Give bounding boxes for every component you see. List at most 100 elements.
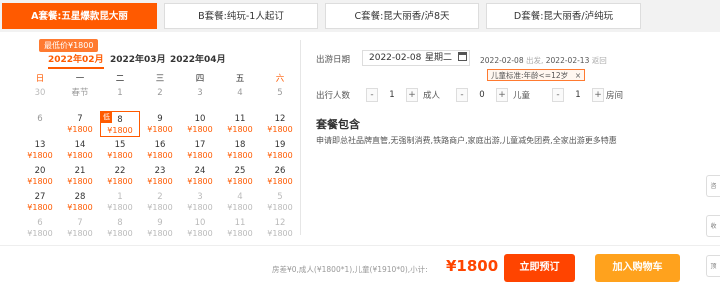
month-tab-feb[interactable]: 2022年02月 [48, 52, 104, 69]
calendar-day[interactable]: 6 ¥1800 [20, 215, 60, 241]
calendar-day[interactable]: 15 ¥1800 [100, 137, 140, 163]
day-number: 21 [74, 166, 86, 176]
day-price: ¥1800 [227, 203, 253, 212]
weekday-label: 一 [75, 74, 85, 84]
day-number: 3 [197, 192, 203, 202]
calendar-day[interactable]: 4 ¥1800 [220, 189, 260, 215]
calendar-day[interactable]: 12 ¥1800 [260, 215, 300, 241]
calendar-day[interactable]: 3 ¥1800 [180, 189, 220, 215]
day-number: 7 [77, 114, 83, 124]
day-number: 5 [277, 88, 283, 98]
weekday-label: 四 [195, 74, 205, 84]
tab-package-d[interactable]: D套餐:昆大丽香/泸纯玩 [486, 3, 641, 29]
departure-note-suffix: 出发, [525, 56, 544, 65]
day-price: ¥1800 [267, 151, 293, 160]
day-price: ¥1800 [147, 229, 173, 238]
calendar-day[interactable]: 16 ¥1800 [140, 137, 180, 163]
tab-package-b[interactable]: B套餐:纯玩-1人起订 [164, 3, 318, 29]
day-price: ¥1800 [147, 151, 173, 160]
calendar-day[interactable]: 22 ¥1800 [100, 163, 140, 189]
day-number: 2 [157, 88, 163, 98]
day-number: 8 [117, 218, 123, 228]
calendar-day[interactable]: 23 ¥1800 [140, 163, 180, 189]
adult-label: 成人 [423, 91, 441, 101]
calendar-day[interactable]: 20 ¥1800 [20, 163, 60, 189]
calendar-day[interactable]: 17 ¥1800 [180, 137, 220, 163]
stepper-value[interactable]: 0 [468, 88, 496, 102]
calendar-day[interactable]: 26 ¥1800 [260, 163, 300, 189]
day-price: ¥1800 [187, 125, 213, 134]
calendar-day[interactable]: 1 ¥1800 [100, 189, 140, 215]
calendar-day[interactable]: 9 ¥1800 [140, 111, 180, 137]
checkout-bar: 房差¥0,成人(¥1800*1),儿童(¥1910*0),小计: ¥1800 立… [0, 245, 720, 291]
day-number: 5 [277, 192, 283, 202]
calendar-day[interactable]: 14 ¥1800 [60, 137, 100, 163]
tab-package-c[interactable]: C套餐:昆大丽香/泸8天 [325, 3, 479, 29]
calendar-day[interactable]: 8 ¥1800 [100, 215, 140, 241]
calendar-day-selected[interactable]: 低 8 ¥1800 [100, 111, 140, 137]
decrement-button[interactable]: - [366, 88, 378, 102]
day-number: 14 [74, 140, 86, 150]
calendar-day[interactable]: 18 ¥1800 [220, 137, 260, 163]
day-number: 10 [194, 218, 206, 228]
day-number: 7 [77, 218, 83, 228]
calendar-day[interactable]: 11 ¥1800 [220, 215, 260, 241]
calendar-day[interactable]: 2 ¥1800 [140, 189, 180, 215]
child-tip-text: 儿童标准:年龄<=12岁 [491, 71, 569, 80]
calendar-day[interactable]: 10 ¥1800 [180, 111, 220, 137]
stepper-value[interactable]: 1 [564, 88, 592, 102]
package-includes-title: 套餐包含 [316, 118, 360, 131]
decrement-button[interactable]: - [552, 88, 564, 102]
tab-package-a[interactable]: A套餐:五星爆款昆大丽 [2, 3, 157, 29]
calendar-day[interactable]: 28 ¥1800 [60, 189, 100, 215]
calendar-day[interactable]: 10 ¥1800 [180, 215, 220, 241]
calendar-day[interactable]: 5 ¥1800 [260, 189, 300, 215]
day-number: 16 [154, 140, 166, 150]
departure-date-label: 出游日期 [316, 55, 351, 65]
day-number: 24 [194, 166, 206, 176]
day-number: 27 [34, 192, 46, 202]
calendar-day[interactable]: 7 ¥1800 [60, 111, 100, 137]
calendar-day[interactable]: 7 ¥1800 [60, 215, 100, 241]
month-tab-mar[interactable]: 2022年03月 [110, 52, 166, 65]
stepper-value[interactable]: 1 [378, 88, 406, 102]
calendar-day[interactable]: 24 ¥1800 [180, 163, 220, 189]
calendar-day[interactable]: 21 ¥1800 [60, 163, 100, 189]
back-to-top-icon[interactable]: 顶 [706, 255, 720, 277]
day-price: ¥1800 [67, 229, 93, 238]
calendar-day[interactable]: 12 ¥1800 [260, 111, 300, 137]
favorite-icon[interactable]: 收 [706, 215, 720, 237]
departure-date-input[interactable]: 2022-02-08 星期二 [362, 50, 470, 66]
increment-button[interactable]: + [496, 88, 508, 102]
day-number: 22 [114, 166, 126, 176]
close-icon[interactable]: × [575, 70, 581, 81]
calendar-day[interactable]: 9 ¥1800 [140, 215, 180, 241]
day-price: ¥1800 [27, 177, 53, 186]
add-to-cart-button[interactable]: 加入购物车 [595, 254, 680, 282]
calendar-day[interactable]: 27 ¥1800 [20, 189, 60, 215]
calendar-day[interactable]: 13 ¥1800 [20, 137, 60, 163]
rooms-stepper[interactable]: - 1 + [366, 88, 418, 102]
day-number: 12 [274, 114, 286, 124]
increment-button[interactable]: + [406, 88, 418, 102]
increment-button[interactable]: + [592, 88, 604, 102]
weekday-label: 五 [235, 74, 245, 84]
day-number: 3 [197, 88, 203, 98]
consult-icon[interactable]: 咨 [706, 175, 720, 197]
calendar-day[interactable]: 19 ¥1800 [260, 137, 300, 163]
child-stepper[interactable]: - 1 + [552, 88, 604, 102]
calendar-day[interactable]: 11 ¥1800 [220, 111, 260, 137]
price-calendar: 最低价¥1800 2022年02月 2022年03月 2022年04月 日 一 二 三… [0, 32, 293, 241]
calendar-day[interactable]: 25 ¥1800 [220, 163, 260, 189]
book-now-button[interactable]: 立即预订 [504, 254, 575, 282]
day-number: 12 [274, 218, 286, 228]
adult-stepper[interactable]: - 0 + [456, 88, 508, 102]
month-tab-apr[interactable]: 2022年04月 [170, 52, 226, 65]
day-price: ¥1800 [107, 229, 133, 238]
calendar-icon[interactable] [458, 52, 467, 61]
decrement-button[interactable]: - [456, 88, 468, 102]
day-price: ¥1800 [187, 151, 213, 160]
day-price: ¥1800 [107, 151, 133, 160]
calendar-day: 春节 [60, 85, 100, 111]
day-price: ¥1800 [267, 125, 293, 134]
